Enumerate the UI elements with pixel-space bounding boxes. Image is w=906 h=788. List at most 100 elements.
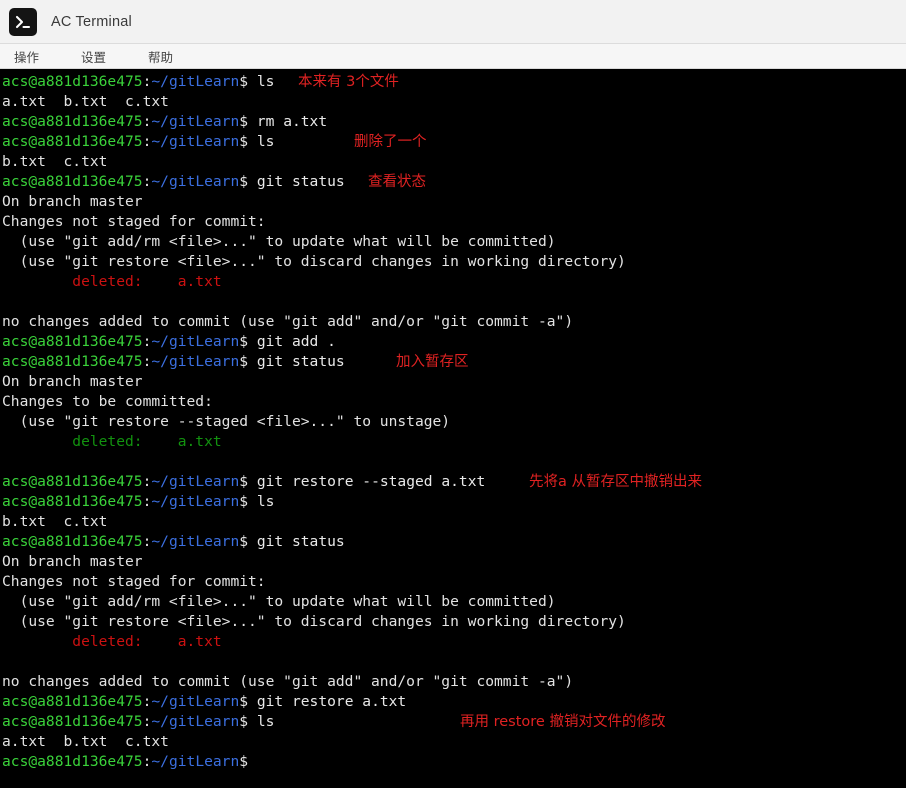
git-status-deleted-staged: deleted: a.txt xyxy=(2,433,222,450)
prompt-dollar: $ xyxy=(239,753,257,770)
prompt-user-host: acs@a881d136e475 xyxy=(2,473,143,490)
terminal-output-text: (use "git restore --staged <file>..." to… xyxy=(2,413,451,430)
title-bar: AC Terminal xyxy=(0,0,906,44)
terminal-command-text: rm a.txt xyxy=(256,113,328,130)
terminal-command-text: ls xyxy=(256,133,275,150)
prompt-user-host: acs@a881d136e475 xyxy=(2,133,143,150)
prompt-path: ~/gitLearn xyxy=(151,713,240,730)
terminal-output-text: On branch master xyxy=(2,193,143,210)
prompt-path: ~/gitLearn xyxy=(151,333,240,350)
terminal-output-text: no changes added to commit (use "git add… xyxy=(2,673,574,690)
annotation-note: 先将a 从暂存区中撤销出来 xyxy=(529,474,702,490)
git-status-deleted-unstaged: deleted: a.txt xyxy=(2,273,222,290)
terminal-output-line: Changes not staged for commit: xyxy=(2,212,906,232)
terminal-command-text: git status xyxy=(256,353,345,370)
terminal-output-text: a.txt b.txt c.txt xyxy=(2,733,169,750)
prompt-path: ~/gitLearn xyxy=(151,693,240,710)
prompt-user-host: acs@a881d136e475 xyxy=(2,713,143,730)
terminal-output-text: On branch master xyxy=(2,553,143,570)
terminal-output-text: (use "git restore <file>..." to discard … xyxy=(2,613,626,630)
prompt-path: ~/gitLearn xyxy=(151,73,240,90)
window-title: AC Terminal xyxy=(51,13,132,30)
terminal-output-line: (use "git restore --staged <file>..." to… xyxy=(2,412,906,432)
terminal-output-line: b.txt c.txt xyxy=(2,152,906,172)
git-status-deleted-unstaged: deleted: a.txt xyxy=(2,633,222,650)
terminal-command-line: acs@a881d136e475:~/gitLearn$ git status 加… xyxy=(2,352,906,372)
terminal-command-text: git status xyxy=(256,533,345,550)
prompt-dollar: $ xyxy=(239,353,257,370)
terminal-command-line: acs@a881d136e475:~/gitLearn$ git add . xyxy=(2,332,906,352)
terminal-output-line: (use "git restore <file>..." to discard … xyxy=(2,612,906,632)
terminal-command-line: acs@a881d136e475:~/gitLearn$ rm a.txt xyxy=(2,112,906,132)
terminal-output-line: On branch master xyxy=(2,192,906,212)
prompt-user-host: acs@a881d136e475 xyxy=(2,73,143,90)
terminal-output-area[interactable]: acs@a881d136e475:~/gitLearn$ ls 本来有 3个文件 a… xyxy=(0,69,906,788)
prompt-path: ~/gitLearn xyxy=(151,473,240,490)
terminal-output-line: Changes to be committed: xyxy=(2,392,906,412)
terminal-command-line: acs@a881d136e475:~/gitLearn$ ls 再用 restor… xyxy=(2,712,906,732)
annotation-note: 加入暂存区 xyxy=(396,354,469,370)
terminal-output-text xyxy=(2,453,11,470)
menu-item-operation[interactable]: 操作 xyxy=(14,47,39,66)
terminal-output-text: Changes not staged for commit: xyxy=(2,573,266,590)
terminal-output-line: deleted: a.txt xyxy=(2,632,906,652)
terminal-output-line xyxy=(2,652,906,672)
menu-bar: 操作 设置 帮助 xyxy=(0,44,906,69)
terminal-output-line: On branch master xyxy=(2,552,906,572)
terminal-output-line: (use "git add/rm <file>..." to update wh… xyxy=(2,232,906,252)
terminal-command-line: acs@a881d136e475:~/gitLearn$ ls 删除了一个 xyxy=(2,132,906,152)
terminal-command-line: acs@a881d136e475:~/gitLearn$ git restore… xyxy=(2,472,906,492)
prompt-user-host: acs@a881d136e475 xyxy=(2,333,143,350)
prompt-user-host: acs@a881d136e475 xyxy=(2,693,143,710)
annotation-note: 本来有 3个文件 xyxy=(298,74,399,90)
terminal-output-line: a.txt b.txt c.txt xyxy=(2,732,906,752)
annotation-note: 再用 restore 撤销对文件的修改 xyxy=(460,714,666,730)
terminal-output-text: (use "git restore <file>..." to discard … xyxy=(2,253,626,270)
prompt-user-host: acs@a881d136e475 xyxy=(2,493,143,510)
terminal-output-text: Changes not staged for commit: xyxy=(2,213,266,230)
terminal-output-line xyxy=(2,452,906,472)
terminal-command-line: acs@a881d136e475:~/gitLearn$ git status 查… xyxy=(2,172,906,192)
prompt-user-host: acs@a881d136e475 xyxy=(2,753,143,770)
prompt-dollar: $ xyxy=(239,693,257,710)
terminal-command-line: acs@a881d136e475:~/gitLearn$ git status xyxy=(2,532,906,552)
terminal-command-text: git restore --staged a.txt xyxy=(256,473,486,490)
prompt-dollar: $ xyxy=(239,173,257,190)
prompt-path: ~/gitLearn xyxy=(151,173,240,190)
terminal-output-line: no changes added to commit (use "git add… xyxy=(2,312,906,332)
terminal-output-line: a.txt b.txt c.txt xyxy=(2,92,906,112)
annotation-note: 删除了一个 xyxy=(354,134,427,150)
terminal-output-line: (use "git add/rm <file>..." to update wh… xyxy=(2,592,906,612)
menu-item-settings[interactable]: 设置 xyxy=(81,47,106,66)
prompt-path: ~/gitLearn xyxy=(151,113,240,130)
terminal-output-line: no changes added to commit (use "git add… xyxy=(2,672,906,692)
terminal-command-text: ls xyxy=(256,493,275,510)
terminal-output-line xyxy=(2,292,906,312)
terminal-command-text: git restore a.txt xyxy=(256,693,407,710)
prompt-path: ~/gitLearn xyxy=(151,493,240,510)
prompt-user-host: acs@a881d136e475 xyxy=(2,353,143,370)
terminal-command-text: git status xyxy=(256,173,345,190)
prompt-path: ~/gitLearn xyxy=(151,533,240,550)
terminal-output-text: On branch master xyxy=(2,373,143,390)
prompt-path: ~/gitLearn xyxy=(151,133,240,150)
prompt-dollar: $ xyxy=(239,113,257,130)
prompt-dollar: $ xyxy=(239,473,257,490)
terminal-command-text: ls xyxy=(256,713,275,730)
prompt-path: ~/gitLearn xyxy=(151,353,240,370)
prompt-dollar: $ xyxy=(239,493,257,510)
prompt-dollar: $ xyxy=(239,73,257,90)
prompt-dollar: $ xyxy=(239,713,257,730)
terminal-output-line: deleted: a.txt xyxy=(2,272,906,292)
prompt-user-host: acs@a881d136e475 xyxy=(2,173,143,190)
prompt-user-host: acs@a881d136e475 xyxy=(2,113,143,130)
terminal-command-line: acs@a881d136e475:~/gitLearn$ ls 本来有 3个文件 xyxy=(2,72,906,92)
terminal-command-line: acs@a881d136e475:~/gitLearn$ git restore… xyxy=(2,692,906,712)
prompt-dollar: $ xyxy=(239,333,257,350)
terminal-output-text: a.txt b.txt c.txt xyxy=(2,93,169,110)
prompt-user-host: acs@a881d136e475 xyxy=(2,533,143,550)
terminal-output-text xyxy=(2,653,11,670)
menu-item-help[interactable]: 帮助 xyxy=(148,47,173,66)
prompt-dollar: $ xyxy=(239,133,257,150)
terminal-output-text: (use "git add/rm <file>..." to update wh… xyxy=(2,233,556,250)
